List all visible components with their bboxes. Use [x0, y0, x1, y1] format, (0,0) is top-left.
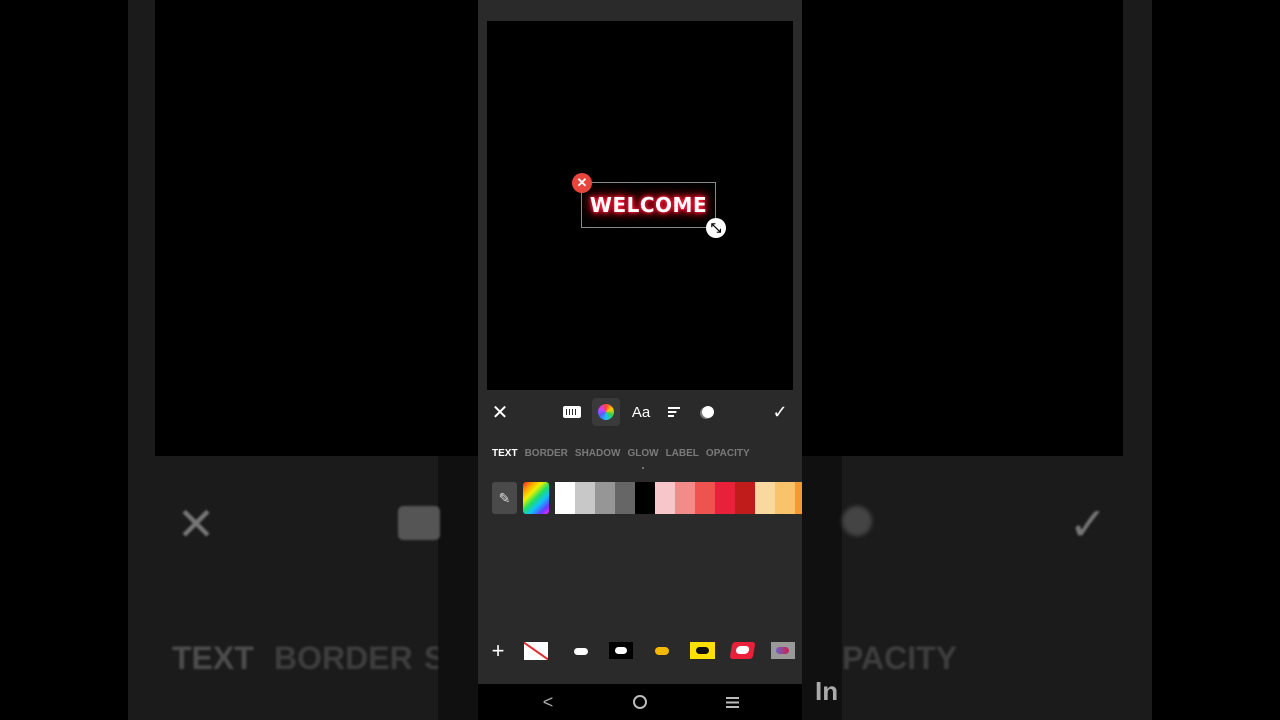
label-gradient-box-option[interactable] [771, 642, 795, 659]
color-swatch[interactable] [715, 482, 735, 514]
system-navbar: < [478, 684, 802, 720]
watermark: In [815, 676, 839, 706]
tab-shadow[interactable]: SHADOW [575, 448, 621, 464]
style-tabs: TEXT BORDER SHADOW GLOW LABEL OPACITY [492, 448, 750, 469]
color-palette: ✎ [492, 482, 802, 514]
tab-glow-label: GLOW [627, 448, 659, 459]
blurred-tab-text: TEXT [172, 640, 254, 676]
color-swatch[interactable] [735, 482, 755, 514]
text-element[interactable]: WELCOME ✕ ⤡ [572, 173, 726, 238]
blurred-effect-icon [842, 506, 872, 536]
font-button[interactable]: Aa [628, 399, 654, 425]
color-swatch[interactable] [595, 482, 615, 514]
label-red-box-option[interactable] [729, 642, 756, 659]
confirm-check-icon[interactable]: ✓ [768, 399, 792, 425]
color-swatch[interactable] [575, 482, 595, 514]
tab-opacity[interactable]: OPACITY [706, 448, 750, 464]
tab-label[interactable]: LABEL [666, 448, 699, 464]
text-element-content[interactable]: WELCOME [582, 183, 715, 227]
color-swatch[interactable] [775, 482, 795, 514]
keyboard-icon[interactable] [560, 399, 584, 425]
label-yellow-pill-option[interactable] [655, 647, 669, 655]
blurred-keyboard-icon [398, 506, 440, 540]
recent-apps-icon[interactable] [722, 692, 742, 712]
color-swatch[interactable] [675, 482, 695, 514]
label-none-option[interactable] [524, 642, 548, 660]
effect-icon[interactable] [698, 399, 718, 425]
blurred-tab-border: BORDER [274, 640, 413, 676]
home-icon[interactable] [630, 692, 650, 712]
close-icon[interactable]: ✕ [488, 399, 512, 425]
align-icon[interactable] [664, 399, 684, 425]
tab-glow[interactable]: GLOW [627, 448, 659, 469]
label-yellow-box-option[interactable] [690, 642, 715, 659]
resize-icon[interactable]: ⤡ [706, 218, 726, 238]
phone-screen: WELCOME ✕ ⤡ ✕ Aa ✓ TEXT BORDER SHADOW GL… [478, 0, 802, 720]
blurred-check-icon: ✓ [1068, 498, 1108, 550]
color-wheel-icon[interactable] [592, 398, 620, 426]
tab-text[interactable]: TEXT [492, 448, 518, 464]
label-black-box-option[interactable] [609, 642, 633, 659]
tab-glow-indicator [642, 467, 645, 469]
color-swatch[interactable] [755, 482, 775, 514]
add-label-button[interactable]: + [490, 639, 506, 663]
label-style-row: + [478, 636, 802, 666]
tab-border[interactable]: BORDER [525, 448, 568, 464]
gradient-swatch[interactable] [523, 482, 549, 514]
edit-toolbar: ✕ Aa ✓ [478, 395, 802, 429]
eyedropper-icon[interactable]: ✎ [492, 482, 517, 514]
editor-canvas[interactable]: WELCOME ✕ ⤡ [487, 21, 793, 390]
color-swatch[interactable] [695, 482, 715, 514]
back-icon[interactable]: < [538, 692, 558, 712]
blurred-close-icon: ✕ [176, 498, 216, 550]
color-swatch[interactable] [795, 482, 802, 514]
color-swatch[interactable] [655, 482, 675, 514]
color-swatch[interactable] [555, 482, 575, 514]
label-white-pill-option[interactable] [574, 648, 588, 655]
color-swatch[interactable] [635, 482, 655, 514]
blurred-tab-shadow: S [424, 640, 438, 676]
color-swatch[interactable] [615, 482, 635, 514]
delete-text-icon[interactable]: ✕ [572, 173, 592, 193]
blurred-tab-opacity: PACITY [842, 640, 957, 676]
